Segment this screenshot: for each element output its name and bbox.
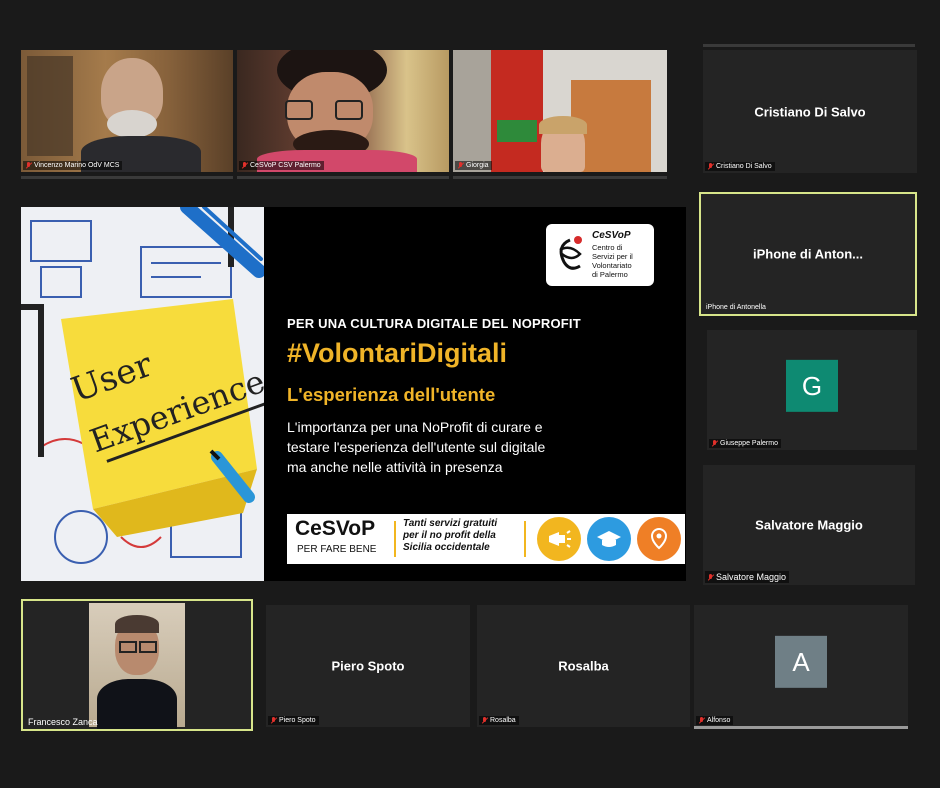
microphone-muted-icon xyxy=(699,717,705,724)
slide-body-line: ma anche nelle attività in presenza xyxy=(287,459,503,475)
microphone-muted-icon xyxy=(482,717,488,724)
map-pin-icon xyxy=(637,517,681,561)
slide-subtitle: L'esperienza dell'utente xyxy=(287,384,496,405)
video-tile-francesco[interactable]: Francesco Zanca xyxy=(21,599,253,731)
cesvop-logo: CeSVoP Centro di Servizi per il Volontar… xyxy=(546,224,654,286)
participant-name-tag: Francesco Zanca xyxy=(28,717,98,727)
video-tile-cesvop[interactable]: CeSVoP CSV Palermo xyxy=(237,50,449,172)
participant-display-name: Rosalba xyxy=(558,658,609,674)
tile-progress-bar xyxy=(453,176,667,179)
microphone-muted-icon xyxy=(712,440,718,447)
user-experience-photo: User Experience xyxy=(21,207,264,581)
slide-body: L'importanza per una NoProfit di curare … xyxy=(287,417,545,477)
participant-name-tag: iPhone di Antonella xyxy=(706,304,766,311)
participant-name-tag: Cristiano Di Salvo xyxy=(705,162,775,171)
tile-progress-bar xyxy=(703,44,915,47)
graduation-cap-icon xyxy=(587,517,631,561)
webcam-video xyxy=(237,50,449,172)
webcam-video xyxy=(21,50,233,172)
video-tile-giorgia[interactable]: Giorgia xyxy=(453,50,667,172)
slide-body-line: L'importanza per una NoProfit di curare … xyxy=(287,419,543,435)
logo-line: Volontariato xyxy=(592,261,632,270)
video-tile-giuseppe[interactable]: G Giuseppe Palermo xyxy=(707,330,917,450)
video-tile-alfonso[interactable]: A Alfonso xyxy=(694,605,908,727)
tile-progress-bar xyxy=(21,176,233,179)
video-tile-salvatore[interactable]: Salvatore Maggio Salvatore Maggio xyxy=(703,465,915,585)
slide-hashtag: #VolontariDigitali xyxy=(287,338,508,368)
logo-line: Servizi per il xyxy=(592,252,633,261)
shared-screen-slide: User Experience CeSVoP Centro di Servizi… xyxy=(21,207,686,581)
webcam-video xyxy=(453,50,667,172)
banner-brand: CeSVoP xyxy=(295,517,376,540)
participant-display-name: iPhone di Anton... xyxy=(752,246,863,262)
webcam-video xyxy=(89,603,185,729)
logo-line: di Palermo xyxy=(592,270,628,279)
microphone-muted-icon xyxy=(708,573,714,581)
megaphone-icon xyxy=(537,517,581,561)
cesvop-banner: CeSVoP PER FARE BENE Tanti servizi gratu… xyxy=(287,514,685,564)
microphone-muted-icon xyxy=(242,162,248,169)
tile-progress-bar xyxy=(237,176,449,179)
logo-brand: CeSVoP xyxy=(592,230,631,241)
banner-tagline: PER FARE BENE xyxy=(297,544,377,555)
participant-name-tag: Alfonso xyxy=(696,716,734,725)
banner-text-line: per il no profit della xyxy=(403,530,496,541)
tile-progress-bar xyxy=(694,726,908,729)
participant-name-tag: Piero Spoto xyxy=(268,716,319,725)
participant-name-tag: Rosalba xyxy=(479,716,519,725)
microphone-muted-icon xyxy=(271,717,277,724)
participant-name-tag: Giuseppe Palermo xyxy=(709,439,781,448)
microphone-muted-icon xyxy=(708,163,714,170)
participant-avatar: A xyxy=(775,635,827,688)
participant-display-name: Cristiano Di Salvo xyxy=(754,104,866,119)
participant-name-tag: Salvatore Maggio xyxy=(705,571,790,583)
participant-avatar: G xyxy=(786,359,838,412)
participant-name-tag: CeSVoP CSV Palermo xyxy=(239,161,324,170)
video-tile-vincenzo[interactable]: Vincenzo Marino OdV MCS xyxy=(21,50,233,172)
participant-display-name: Salvatore Maggio xyxy=(755,517,863,533)
participant-name-tag: Giorgia xyxy=(455,161,492,170)
video-tile-iphone-antonella[interactable]: iPhone di Anton... iPhone di Antonella xyxy=(699,192,917,316)
banner-divider xyxy=(394,521,396,557)
slide-kicker: PER UNA CULTURA DIGITALE DEL NOPROFIT xyxy=(287,316,581,331)
banner-text-line: Tanti servizi gratuiti xyxy=(403,518,498,529)
banner-text: Tanti servizi gratuiti per il no profit … xyxy=(403,518,497,554)
video-tile-cristiano[interactable]: Cristiano Di Salvo Cristiano Di Salvo xyxy=(703,50,917,173)
cesvop-logo-mark xyxy=(559,236,582,270)
microphone-muted-icon xyxy=(458,162,464,169)
logo-line: Centro di xyxy=(592,243,623,252)
participant-display-name: Piero Spoto xyxy=(331,658,405,674)
video-tile-rosalba[interactable]: Rosalba Rosalba xyxy=(477,605,690,727)
video-tile-piero[interactable]: Piero Spoto Piero Spoto xyxy=(266,605,470,727)
banner-divider xyxy=(524,521,526,557)
sketch-illustration: User Experience xyxy=(21,207,264,581)
slide-body-line: testare l'esperienza dell'utente sul dig… xyxy=(287,439,546,455)
banner-text-line: Sicilia occidentale xyxy=(403,542,490,553)
microphone-muted-icon xyxy=(26,162,32,169)
participant-name-tag: Vincenzo Marino OdV MCS xyxy=(23,161,123,170)
